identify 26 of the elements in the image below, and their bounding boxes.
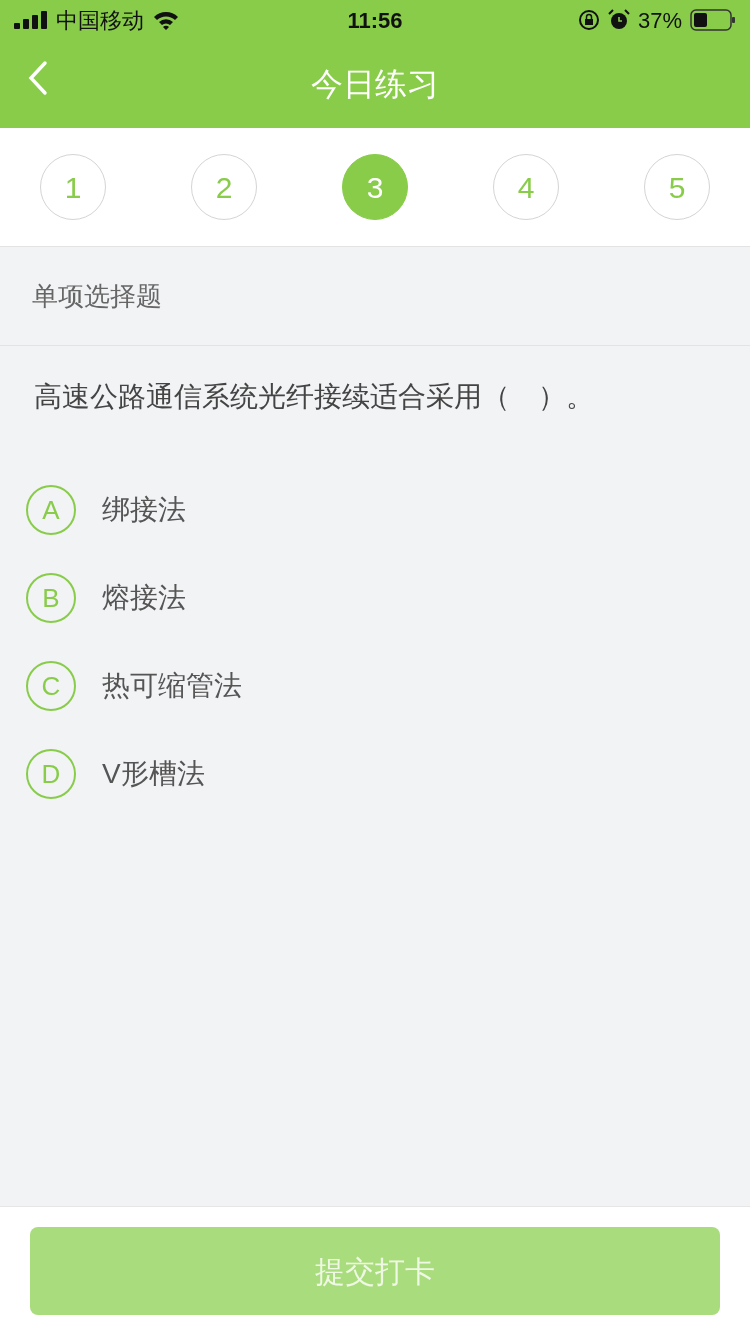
question-number-tab[interactable]: 1	[40, 154, 106, 220]
option-text[interactable]: 绑接法	[102, 489, 186, 531]
back-button[interactable]	[26, 60, 48, 96]
question-text: 高速公路通信系统光纤接续适合采用（ ）。	[34, 381, 594, 412]
question-number-tab[interactable]: 4	[493, 154, 559, 220]
wifi-icon	[152, 10, 180, 30]
question-number-tab[interactable]: 5	[644, 154, 710, 220]
option-radio[interactable]: B	[26, 573, 76, 623]
carrier-name: 中国移动	[56, 6, 144, 35]
option-text[interactable]: V形槽法	[102, 753, 205, 795]
alarm-icon	[607, 9, 630, 31]
option-text[interactable]: 热可缩管法	[102, 665, 242, 707]
signal-icon	[14, 11, 48, 29]
question-number-tab[interactable]: 3	[342, 154, 408, 220]
clock-time: 11:56	[347, 6, 403, 35]
option-text[interactable]: 熔接法	[102, 577, 186, 619]
back-icon	[26, 60, 48, 96]
option-radio[interactable]: C	[26, 661, 76, 711]
option-radio[interactable]: D	[26, 749, 76, 799]
option-radio[interactable]: A	[26, 485, 76, 535]
battery-icon	[690, 9, 736, 31]
page-title: 今日练习	[311, 65, 439, 104]
question-type: 单项选择题	[32, 279, 162, 313]
rotation-lock-icon	[577, 9, 600, 31]
question-number-tab[interactable]: 2	[191, 154, 257, 220]
battery-percent: 37%	[637, 6, 682, 35]
